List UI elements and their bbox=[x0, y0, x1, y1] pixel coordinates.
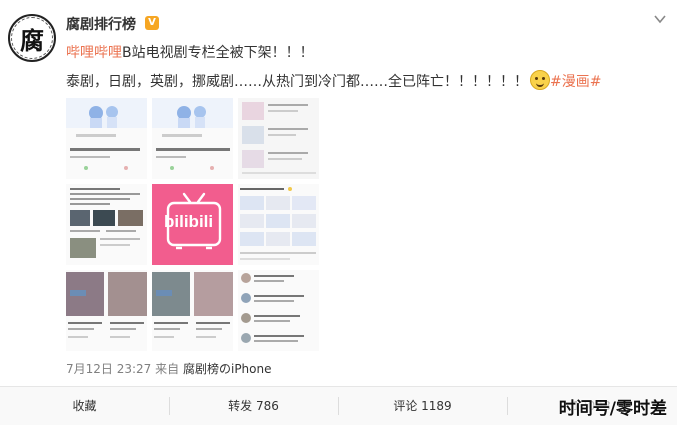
watermark-text: 时间号/零时差 bbox=[558, 399, 667, 419]
image-thumb-2[interactable] bbox=[152, 98, 233, 179]
post-text-line-1-rest: B站电视剧专栏全被下架！！！ bbox=[122, 45, 314, 61]
post-meta: 7月12日 23:27 来自 腐剧榜のiPhone bbox=[66, 360, 272, 377]
from-label: 来自 bbox=[155, 362, 180, 376]
image-thumb-3[interactable] bbox=[238, 98, 319, 179]
post-text-line-1: 哔哩哔哩B站电视剧专栏全被下架！！！ bbox=[66, 42, 314, 62]
comment-button[interactable]: 评论 1189 bbox=[338, 387, 507, 425]
chevron-down-icon[interactable] bbox=[653, 12, 667, 26]
bilibili-logo-image[interactable]: bilibili bbox=[152, 184, 233, 265]
image-thumb-7[interactable] bbox=[66, 270, 147, 351]
image-thumb-1[interactable] bbox=[66, 98, 147, 179]
collect-button[interactable]: 收藏 bbox=[0, 387, 169, 425]
image-thumb-6[interactable] bbox=[238, 184, 319, 265]
post-source: 腐剧榜のiPhone bbox=[182, 362, 272, 376]
repost-button[interactable]: 转发 786 bbox=[169, 387, 338, 425]
avatar[interactable]: 腐 bbox=[8, 14, 56, 62]
weibo-post-card: 腐 腐剧排行榜 V 哔哩哔哩B站电视剧专栏全被下架！！！ 泰剧，日剧，英剧，挪威… bbox=[0, 0, 677, 425]
post-text-line-2-body: 泰剧，日剧，英剧，挪威剧……从热门到冷门都……全已阵亡！！！！！！ bbox=[66, 74, 528, 90]
image-thumb-8[interactable] bbox=[152, 270, 233, 351]
avatar-glyph: 腐 bbox=[11, 17, 53, 59]
smile-emoji-icon bbox=[530, 70, 550, 90]
post-date[interactable]: 7月12日 23:27 bbox=[66, 362, 151, 376]
image-thumb-4[interactable] bbox=[66, 184, 147, 265]
hashtag-link[interactable]: #漫画# bbox=[550, 74, 601, 90]
verified-badge-icon: V bbox=[145, 16, 159, 30]
username[interactable]: 腐剧排行榜 bbox=[66, 14, 136, 34]
bilibili-logo-text: bilibili bbox=[164, 212, 214, 231]
image-grid: bilibili bbox=[66, 98, 319, 351]
post-text-line-2: 泰剧，日剧，英剧，挪威剧……从热门到冷门都……全已阵亡！！！！！！ #漫画# bbox=[66, 70, 601, 91]
image-thumb-9[interactable] bbox=[238, 270, 319, 351]
bilibili-link[interactable]: 哔哩哔哩 bbox=[66, 45, 122, 61]
